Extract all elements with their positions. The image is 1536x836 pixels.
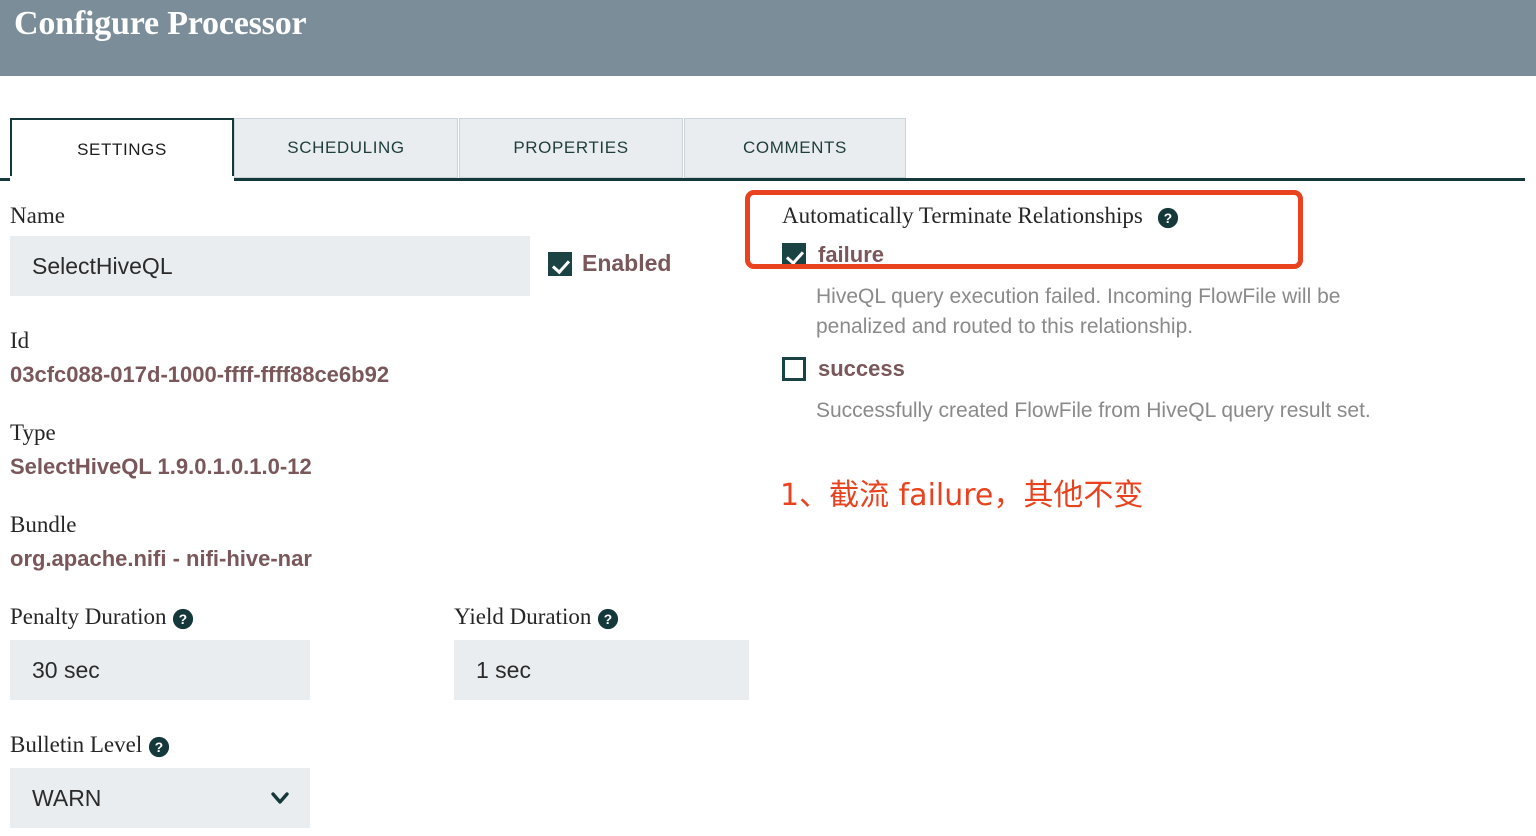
penalty-duration-help-icon[interactable]: ? — [172, 608, 194, 630]
bundle-value: org.apache.nifi - nifi-hive-nar — [10, 546, 312, 571]
bundle-label: Bundle — [10, 512, 77, 537]
name-label: Name — [10, 203, 65, 228]
bulletin-level-value: WARN — [32, 784, 102, 811]
tab-comments-label: COMMENTS — [743, 138, 847, 157]
success-relationship-name: success — [818, 356, 905, 381]
failure-relationship-checkbox[interactable] — [782, 243, 806, 267]
yield-duration-input[interactable] — [454, 640, 749, 700]
type-value: SelectHiveQL 1.9.0.1.0.1.0-12 — [10, 454, 312, 479]
name-input[interactable] — [10, 236, 530, 296]
yield-duration-label: Yield Duration — [454, 604, 592, 629]
bulletin-level-label: Bulletin Level — [10, 732, 143, 757]
type-label: Type — [10, 420, 56, 445]
annotation-note: 1、截流 failure，其他不变 — [780, 478, 1144, 513]
id-label: Id — [10, 328, 30, 353]
auto-terminate-relationships-label: Automatically Terminate Relationships — [782, 203, 1143, 228]
enabled-checkbox[interactable] — [548, 251, 572, 276]
penalty-duration-label-group: Penalty Duration ? — [10, 604, 194, 630]
tab-active-notch — [10, 176, 234, 182]
tab-scheduling-label: SCHEDULING — [287, 138, 405, 157]
page-title: Configure Processor — [14, 5, 307, 42]
tab-properties-label: PROPERTIES — [513, 138, 629, 157]
failure-relationship-name: failure — [818, 242, 885, 267]
enabled-checkbox-row[interactable]: Enabled — [548, 250, 671, 277]
bulletin-level-label-group: Bulletin Level ? — [10, 732, 170, 758]
penalty-duration-label: Penalty Duration — [10, 604, 167, 629]
auto-terminate-relationships-label-group: Automatically Terminate Relationships ? — [782, 203, 1179, 229]
auto-terminate-relationships-help-icon[interactable]: ? — [1157, 207, 1179, 229]
tab-settings[interactable]: SETTINGS — [10, 118, 234, 180]
bulletin-level-help-icon[interactable]: ? — [148, 736, 170, 758]
failure-relationship-description: HiveQL query execution failed. Incoming … — [816, 285, 1341, 338]
tab-properties[interactable]: PROPERTIES — [459, 118, 683, 178]
svg-text:?: ? — [604, 612, 612, 627]
yield-duration-label-group: Yield Duration ? — [454, 604, 619, 630]
svg-text:?: ? — [179, 612, 187, 627]
tab-comments[interactable]: COMMENTS — [684, 118, 906, 178]
bulletin-level-select[interactable]: WARN — [10, 768, 310, 828]
enabled-label: Enabled — [582, 250, 672, 276]
svg-text:?: ? — [155, 740, 163, 755]
failure-relationship-row[interactable]: failure — [782, 242, 884, 268]
success-relationship-checkbox[interactable] — [782, 357, 806, 381]
dialog-title-bar: Configure Processor — [0, 0, 1536, 76]
penalty-duration-input[interactable] — [10, 640, 310, 700]
id-value: 03cfc088-017d-1000-ffff-ffff88ce6b92 — [10, 362, 390, 387]
svg-text:?: ? — [1163, 211, 1171, 226]
success-relationship-row[interactable]: success — [782, 356, 905, 382]
tab-bar: SETTINGS SCHEDULING PROPERTIES COMMENTS — [0, 118, 1536, 180]
tab-scheduling[interactable]: SCHEDULING — [234, 118, 458, 178]
tab-settings-label: SETTINGS — [77, 140, 167, 159]
success-relationship-description: Successfully created FlowFile from HiveQ… — [816, 399, 1371, 422]
yield-duration-help-icon[interactable]: ? — [597, 608, 619, 630]
chevron-down-icon — [268, 786, 292, 810]
